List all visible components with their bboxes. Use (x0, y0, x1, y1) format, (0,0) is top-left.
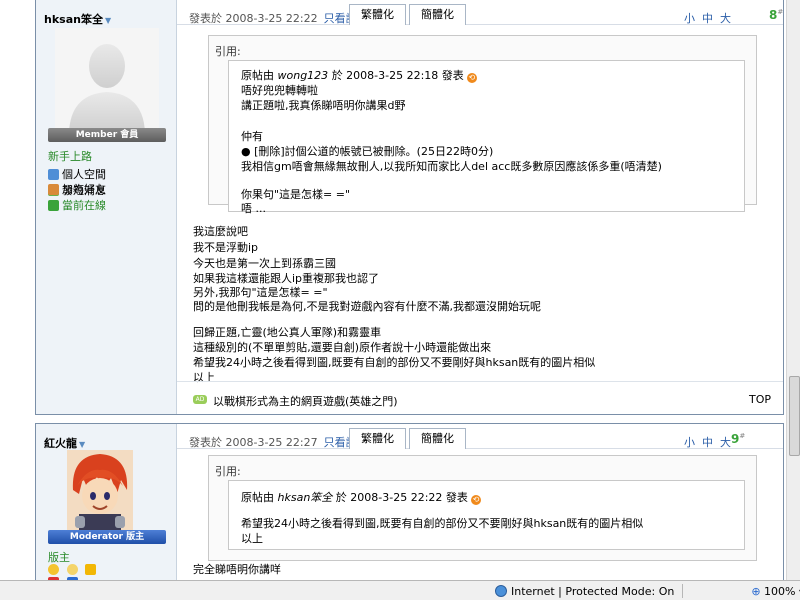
scrollbar-thumb[interactable] (789, 376, 800, 456)
body-line: 今天也是第一次上到孫霸三國 (193, 257, 336, 270)
font-large-button[interactable]: 大 (720, 436, 731, 449)
body-line: 回歸正題,亡靈(地公真人軍隊)和霧靈車 (193, 326, 382, 339)
goto-post-icon[interactable]: ⟲ (470, 495, 481, 505)
quote-inner: 原帖由 wong123 於 2008-3-25 22:18 發表 ⟲ 唔好兜兜轉轉… (228, 60, 745, 215)
add-friend-icon (48, 184, 59, 195)
post-content: 發表於 2008-3-25 22:22只看該作者 繁體化 簡體化 小中大 8# … (177, 0, 783, 414)
quoted-user[interactable]: hksan笨全 (278, 491, 333, 504)
avatar[interactable] (55, 28, 159, 132)
rank-label: 新手上路 (48, 150, 92, 163)
zone-label: Internet | Protected Mode: On (511, 585, 675, 598)
font-size-controls: 小中大 (684, 10, 738, 26)
post-footer: AD 以戰棋形式為主的網頁遊戲(英雄之門) TOP (177, 381, 783, 412)
forum-post: 紅火龍 ▼ Moderator 版主 版主 發表於 2008-3-25 22:2… (35, 423, 784, 580)
chevron-down-icon[interactable]: ▼ (79, 440, 85, 449)
traditional-button[interactable]: 繁體化 (349, 428, 406, 449)
quote-block: 引用: 原帖由 hksan笨全 於 2008-3-25 22:22 發表 ⟲ 希望… (208, 455, 757, 561)
separator (682, 584, 684, 598)
body-line: 這種級別的(不單單剪貼,還要自創)原作者說十小時還能做出來 (193, 341, 492, 354)
author-column: 紅火龍 ▼ Moderator 版主 版主 (36, 424, 177, 580)
globe-icon (495, 585, 507, 597)
online-status: 當前在線 (48, 197, 106, 213)
goto-post-icon[interactable]: ⟲ (466, 73, 477, 83)
post-header: 發表於 2008-3-25 22:22只看該作者 繁體化 簡體化 小中大 8# (177, 0, 783, 25)
quote-line: 希望我24小時之後看得到圖,既要有自創的部份又不要剛好與hksan既有的圖片相似 (241, 517, 644, 530)
moderator-badge: Moderator 版主 (48, 530, 166, 544)
add-friend-link[interactable]: 加為好友 (48, 181, 106, 197)
browser-viewport: hksan笨全 ▼ Member 會員 新手上路 個人空間 發短消息 加為好友 當… (0, 0, 786, 580)
font-large-button[interactable]: 大 (720, 12, 731, 25)
body-line: 希望我24小時之後看得到圖,既要有自創的部份又不要剛好與hksan既有的圖片相似 (193, 356, 596, 369)
body-line: 完全睇唔明你講咩 (193, 563, 281, 576)
author-links-2: 加為好友 當前在線 (48, 181, 176, 213)
quote-line: ● [刪除]討個公道的帳號已被刪除。(25日22時0分) (241, 145, 494, 158)
simplified-button[interactable]: 簡體化 (409, 4, 466, 25)
author-column: hksan笨全 ▼ Member 會員 新手上路 個人空間 發短消息 加為好友 當… (36, 0, 177, 414)
sun-medal-icon (48, 563, 62, 576)
author-name[interactable]: 紅火龍 ▼ (44, 435, 85, 451)
quoted-user[interactable]: wong123 (278, 69, 329, 82)
top-link[interactable]: TOP (749, 393, 771, 406)
quote-title: 引用: (215, 465, 241, 478)
body-line: 我這麼說吧 (193, 225, 248, 238)
space-link[interactable]: 個人空間 (48, 166, 106, 182)
floor-number: 9# (731, 432, 746, 446)
simplified-button[interactable]: 簡體化 (409, 428, 466, 449)
font-medium-button[interactable]: 中 (702, 12, 713, 25)
font-small-button[interactable]: 小 (684, 436, 695, 449)
online-icon (48, 200, 59, 211)
author-name[interactable]: hksan笨全 ▼ (44, 11, 111, 27)
font-medium-button[interactable]: 中 (702, 436, 713, 449)
floor-number: 8# (769, 8, 784, 22)
quote-line: 我相信gm唔會無緣無故刪人,以我所知而家比人del acc既多數原因應該係多重(… (241, 160, 662, 173)
ad-link[interactable]: 以戰棋形式為主的網頁遊戲(英雄之門) (213, 393, 398, 409)
post-header: 發表於 2008-3-25 22:27只看該作者 繁體化 簡體化 小中大 9# (177, 424, 783, 449)
font-size-controls: 小中大 (684, 434, 738, 450)
ad-icon: AD (193, 395, 207, 404)
medals (48, 563, 105, 576)
forum-post: hksan笨全 ▼ Member 會員 新手上路 個人空間 發短消息 加為好友 當… (35, 0, 784, 415)
quote-attribution: 原帖由 hksan笨全 於 2008-3-25 22:22 發表 ⟲ (241, 491, 481, 505)
default-avatar-icon (69, 44, 145, 132)
quote-line: 講正題啦,我真係睇唔明你講果d野 (241, 99, 406, 112)
vertical-scrollbar[interactable] (786, 0, 800, 580)
chevron-down-icon[interactable]: ▼ (105, 16, 111, 25)
quote-line: 仲有 (241, 130, 263, 143)
quote-line: 唔好兜兜轉轉啦 (241, 84, 318, 97)
red-hair-character-icon (67, 450, 133, 532)
body-line: 問的是他刪我帳是為何,不是我對遊戲內容有什麼不滿,我都還沒開始玩呢 (193, 300, 541, 313)
star-medal-icon (85, 563, 99, 576)
quote-line: 唔 ... (241, 202, 266, 215)
body-line: 我不是浮動ip (193, 241, 259, 254)
quote-title: 引用: (215, 45, 241, 58)
zone-indicator[interactable]: Internet | Protected Mode: On⊕ 100% ▼ (495, 584, 800, 598)
traditional-button[interactable]: 繁體化 (349, 4, 406, 25)
quote-block: 引用: 原帖由 wong123 於 2008-3-25 22:18 發表 ⟲ 唔好… (208, 35, 757, 215)
member-badge: Member 會員 (48, 128, 166, 142)
font-small-button[interactable]: 小 (684, 12, 695, 25)
quote-line: 以上 (241, 532, 263, 545)
quote-inner: 原帖由 hksan笨全 於 2008-3-25 22:22 發表 ⟲ 希望我24小… (228, 480, 745, 550)
status-bar: Internet | Protected Mode: On⊕ 100% ▼ (0, 580, 800, 600)
zoom-icon[interactable]: ⊕ (751, 585, 760, 598)
zoom-level[interactable]: 100% (764, 585, 795, 598)
post-content: 發表於 2008-3-25 22:27只看該作者 繁體化 簡體化 小中大 9# … (177, 424, 783, 580)
avatar[interactable] (67, 450, 133, 532)
moon-medal-icon (66, 563, 81, 576)
home-icon (48, 169, 59, 180)
quote-attribution: 原帖由 wong123 於 2008-3-25 22:18 發表 ⟲ (241, 69, 477, 83)
